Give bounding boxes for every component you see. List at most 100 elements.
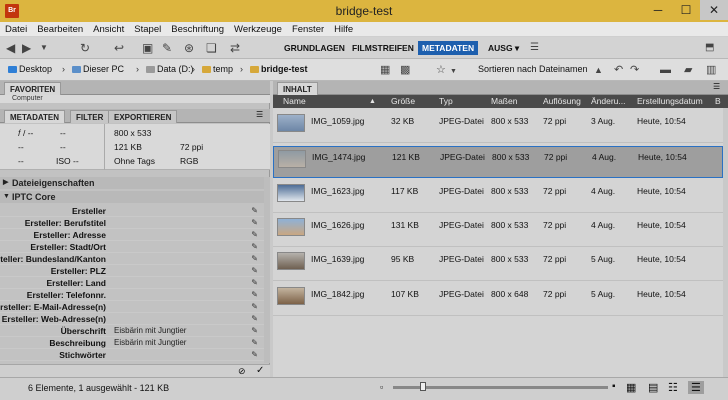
pencil-icon[interactable]: ✎ bbox=[251, 242, 258, 251]
pencil-icon[interactable]: ✎ bbox=[251, 266, 258, 275]
rotate-right-icon[interactable]: ↷ bbox=[630, 63, 639, 77]
sort-direction-icon[interactable]: ▲ bbox=[594, 63, 603, 77]
table-row[interactable]: IMG_1639.jpg 95 KB JPEG-Datei 800 x 533 … bbox=[273, 249, 723, 281]
maximize-button[interactable]: ☐ bbox=[672, 0, 700, 20]
iptc-value[interactable]: Eisbärin mit Jungtier bbox=[114, 337, 186, 349]
section-dateieigenschaften[interactable]: ▶ Dateieigenschaften bbox=[0, 177, 264, 189]
breadcrumb-data-drive[interactable]: Data (D:) bbox=[146, 64, 194, 74]
content-panel-menu-icon[interactable]: ☰ bbox=[713, 82, 720, 91]
workspace-grundlagen[interactable]: GRUNDLAGEN bbox=[280, 41, 349, 55]
column-header-name[interactable]: Name bbox=[283, 95, 306, 108]
table-row[interactable]: IMG_1626.jpg 131 KB JPEG-Datei 800 x 533… bbox=[273, 215, 723, 247]
refine-icon[interactable]: ✎ bbox=[162, 41, 172, 55]
list-view-icon[interactable]: ☰ bbox=[688, 381, 704, 394]
workspace-menu-icon[interactable]: ☰ bbox=[530, 41, 539, 55]
menu-hilfe[interactable]: Hilfe bbox=[329, 22, 358, 37]
pencil-icon[interactable]: ✎ bbox=[251, 290, 258, 299]
boomerang-icon[interactable]: ↩ bbox=[114, 41, 124, 55]
tab-favoriten[interactable]: FAVORITEN bbox=[4, 82, 62, 95]
tab-filter[interactable]: FILTER bbox=[70, 110, 110, 123]
iptc-row[interactable]: Ersteller: E-Mail-Adresse(n) ✎ bbox=[0, 301, 264, 313]
grid-view-icon[interactable]: ▦ bbox=[626, 381, 636, 394]
new-folder-icon[interactable]: ▰ bbox=[684, 63, 692, 77]
table-row[interactable]: IMG_1623.jpg 117 KB JPEG-Datei 800 x 533… bbox=[273, 181, 723, 213]
pencil-icon[interactable]: ✎ bbox=[251, 302, 258, 311]
output-icon[interactable]: ❏ bbox=[206, 41, 217, 55]
column-header-resolution[interactable]: Auflösung bbox=[543, 95, 581, 108]
content-scrollbar[interactable] bbox=[723, 108, 728, 377]
rotate-icon[interactable]: ⇄ bbox=[230, 41, 240, 55]
column-header-type[interactable]: Typ bbox=[439, 95, 453, 108]
breadcrumb-dieser-pc[interactable]: Dieser PC bbox=[72, 64, 124, 74]
panel-menu-icon[interactable]: ☰ bbox=[256, 110, 263, 119]
tab-exportieren[interactable]: EXPORTIEREN bbox=[108, 110, 178, 123]
back-arrow-icon[interactable]: ◀ bbox=[6, 41, 15, 55]
iptc-value[interactable]: Eisbärin mit Jungtier bbox=[114, 325, 186, 337]
slider-thumb[interactable] bbox=[420, 382, 427, 391]
favorite-item-computer[interactable]: Computer bbox=[12, 95, 43, 102]
pencil-icon[interactable]: ✎ bbox=[251, 206, 258, 215]
pencil-icon[interactable]: ✎ bbox=[251, 338, 258, 347]
table-row[interactable]: IMG_1842.jpg 107 KB JPEG-Datei 800 x 648… bbox=[273, 284, 723, 316]
menu-fenster[interactable]: Fenster bbox=[287, 22, 329, 37]
pencil-icon[interactable]: ✎ bbox=[251, 278, 258, 287]
menu-werkzeuge[interactable]: Werkzeuge bbox=[229, 22, 287, 37]
reveal-recent-icon[interactable]: ↻ bbox=[80, 41, 90, 55]
iptc-row[interactable]: Ersteller: Berufstitel ✎ bbox=[0, 217, 264, 229]
workspace-ausgabe[interactable]: AUSG ▾ bbox=[484, 41, 523, 55]
workspace-filmstreifen[interactable]: FILMSTREIFEN bbox=[348, 41, 418, 55]
pencil-icon[interactable]: ✎ bbox=[251, 230, 258, 239]
quality-options-icon[interactable]: ▦ bbox=[380, 63, 390, 77]
column-header-dimensions[interactable]: Maßen bbox=[491, 95, 517, 108]
iptc-row[interactable]: Ersteller: Adresse ✎ bbox=[0, 229, 264, 241]
metadata-scrollbar[interactable] bbox=[264, 177, 270, 363]
pencil-icon[interactable]: ✎ bbox=[251, 254, 258, 263]
iptc-row[interactable]: Ersteller: PLZ ✎ bbox=[0, 265, 264, 277]
details-view-icon[interactable]: ☷ bbox=[668, 381, 678, 394]
table-row[interactable]: IMG_1059.jpg 32 KB JPEG-Datei 800 x 533 … bbox=[273, 111, 723, 143]
pencil-icon[interactable]: ✎ bbox=[251, 218, 258, 227]
thumbnail-icon[interactable]: ▩ bbox=[400, 63, 410, 77]
camera-download-icon[interactable]: ▣ bbox=[142, 41, 153, 55]
iptc-row[interactable]: Beschreibung Eisbärin mit Jungtier ✎ bbox=[0, 337, 264, 349]
workspace-metadaten[interactable]: METADATEN bbox=[418, 41, 479, 55]
iptc-row[interactable]: Ersteller: Telefonnr. ✎ bbox=[0, 289, 264, 301]
recent-dropdown-icon[interactable]: ▼ bbox=[40, 41, 48, 55]
breadcrumb-bridge-test[interactable]: bridge-test bbox=[250, 64, 308, 74]
column-header-modified[interactable]: Änderu... bbox=[591, 95, 626, 108]
pencil-icon[interactable]: ✎ bbox=[251, 314, 258, 323]
menu-stapel[interactable]: Stapel bbox=[129, 22, 166, 37]
trash-icon[interactable]: ▥ bbox=[706, 63, 716, 77]
tab-metadaten[interactable]: METADATEN bbox=[4, 110, 66, 123]
iptc-row[interactable]: Ersteller: Land ✎ bbox=[0, 277, 264, 289]
minimize-button[interactable]: ─ bbox=[644, 0, 672, 20]
column-header-created[interactable]: Erstellungsdatum bbox=[637, 95, 703, 108]
iptc-row[interactable]: Überschrift Eisbärin mit Jungtier ✎ bbox=[0, 325, 264, 337]
forward-arrow-icon[interactable]: ▶ bbox=[22, 41, 31, 55]
table-row-selected[interactable]: IMG_1474.jpg 121 KB JPEG-Datei 800 x 533… bbox=[273, 146, 723, 178]
column-header-size[interactable]: Größe bbox=[391, 95, 415, 108]
pencil-icon[interactable]: ✎ bbox=[251, 326, 258, 335]
open-recent-folder-icon[interactable]: ▬ bbox=[660, 63, 671, 77]
menu-beschriftung[interactable]: Beschriftung bbox=[166, 22, 229, 37]
breadcrumb-temp[interactable]: temp bbox=[202, 64, 233, 74]
sort-ascending-icon[interactable]: ▲ bbox=[369, 95, 376, 108]
column-header-b[interactable]: B bbox=[715, 95, 721, 108]
zoom-out-icon[interactable]: ▫ bbox=[380, 382, 383, 392]
compact-mode-icon[interactable]: ⬒ bbox=[705, 41, 714, 55]
apply-checkmark-icon[interactable]: ✓ bbox=[256, 365, 264, 376]
iptc-row[interactable]: Ersteller ✎ bbox=[0, 205, 264, 217]
sort-dropdown[interactable]: Sortieren nach Dateinamen bbox=[478, 64, 588, 74]
menu-bearbeiten[interactable]: Bearbeiten bbox=[32, 22, 88, 37]
close-button[interactable]: ✕ bbox=[700, 0, 728, 20]
section-iptc-core[interactable]: ▼ IPTC Core bbox=[0, 191, 264, 203]
pencil-icon[interactable]: ✎ bbox=[251, 350, 258, 359]
filter-dropdown-icon[interactable]: ▼ bbox=[450, 65, 457, 79]
iptc-row[interactable]: Stichwörter ✎ bbox=[0, 349, 264, 361]
zoom-in-icon[interactable]: ▪ bbox=[612, 381, 616, 392]
menu-ansicht[interactable]: Ansicht bbox=[88, 22, 129, 37]
iptc-row[interactable]: Ersteller: Web-Adresse(n) ✎ bbox=[0, 313, 264, 325]
tab-inhalt[interactable]: INHALT bbox=[277, 82, 318, 95]
open-in-camera-raw-icon[interactable]: ⊛ bbox=[184, 41, 194, 55]
cancel-icon[interactable]: ⊘ bbox=[238, 366, 246, 377]
